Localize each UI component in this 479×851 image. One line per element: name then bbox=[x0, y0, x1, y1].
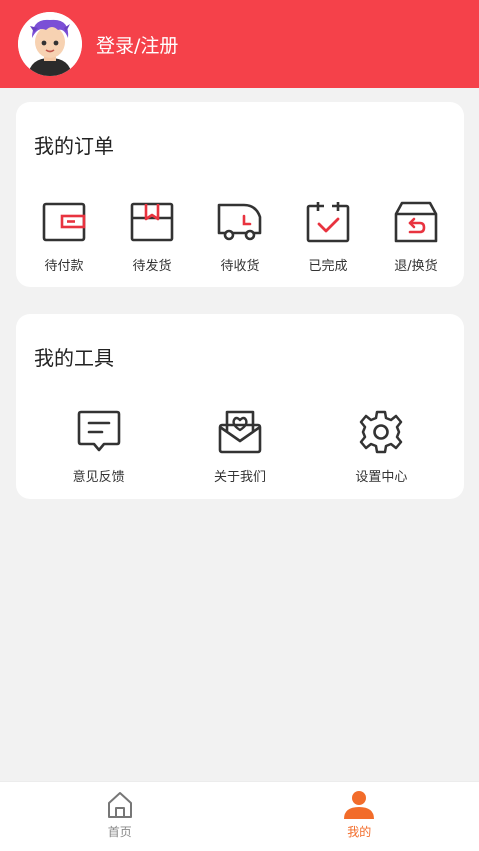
order-pending-payment-label: 待付款 bbox=[44, 259, 84, 274]
order-return-exchange-label: 退/换货 bbox=[394, 259, 438, 274]
avatar-illustration-icon bbox=[18, 12, 82, 76]
package-icon bbox=[128, 198, 176, 246]
order-completed-label: 已完成 bbox=[308, 259, 348, 274]
about-us-label: 关于我们 bbox=[213, 470, 266, 485]
about-us-item[interactable]: 关于我们 bbox=[169, 408, 310, 485]
my-orders-card: 我的订单 待付款 待发货 待收货 已完成 退/换货 bbox=[16, 102, 464, 287]
my-orders-title: 我的订单 bbox=[34, 134, 114, 158]
tab-mine[interactable]: 我的 bbox=[240, 782, 479, 851]
order-completed[interactable]: 已完成 bbox=[284, 198, 372, 274]
order-pending-payment[interactable]: 待付款 bbox=[20, 198, 108, 274]
tab-mine-label: 我的 bbox=[347, 825, 372, 839]
tools-grid: 意见反馈 关于我们 设置中心 bbox=[16, 408, 464, 485]
feedback-message-icon bbox=[75, 408, 123, 456]
settings-item[interactable]: 设置中心 bbox=[311, 408, 452, 485]
order-status-grid: 待付款 待发货 待收货 已完成 退/换货 bbox=[16, 198, 464, 274]
order-pending-receipt[interactable]: 待收货 bbox=[196, 198, 284, 274]
order-return-exchange[interactable]: 退/换货 bbox=[372, 198, 460, 274]
home-icon bbox=[107, 792, 132, 818]
user-icon bbox=[344, 791, 375, 819]
feedback-label: 意见反馈 bbox=[72, 470, 125, 485]
return-box-icon bbox=[392, 198, 440, 246]
calendar-check-icon bbox=[304, 198, 352, 246]
delivery-truck-icon bbox=[216, 198, 264, 246]
order-pending-shipment-label: 待发货 bbox=[132, 259, 172, 274]
wallet-icon bbox=[40, 198, 88, 246]
my-tools-title: 我的工具 bbox=[34, 346, 114, 370]
bottom-tab-bar: 首页 我的 bbox=[0, 781, 479, 851]
profile-header: 登录/注册 bbox=[0, 0, 479, 88]
tab-home-label: 首页 bbox=[107, 825, 132, 839]
settings-label: 设置中心 bbox=[355, 470, 408, 485]
order-pending-shipment[interactable]: 待发货 bbox=[108, 198, 196, 274]
tab-home[interactable]: 首页 bbox=[0, 782, 240, 851]
gear-icon bbox=[357, 408, 405, 456]
avatar[interactable] bbox=[18, 12, 82, 76]
feedback-item[interactable]: 意见反馈 bbox=[28, 408, 169, 485]
my-tools-card: 我的工具 意见反馈 关于我们 设置中心 bbox=[16, 314, 464, 499]
login-register-link[interactable]: 登录/注册 bbox=[96, 31, 178, 58]
heart-envelope-icon bbox=[216, 408, 264, 456]
order-pending-receipt-label: 待收货 bbox=[220, 259, 260, 274]
